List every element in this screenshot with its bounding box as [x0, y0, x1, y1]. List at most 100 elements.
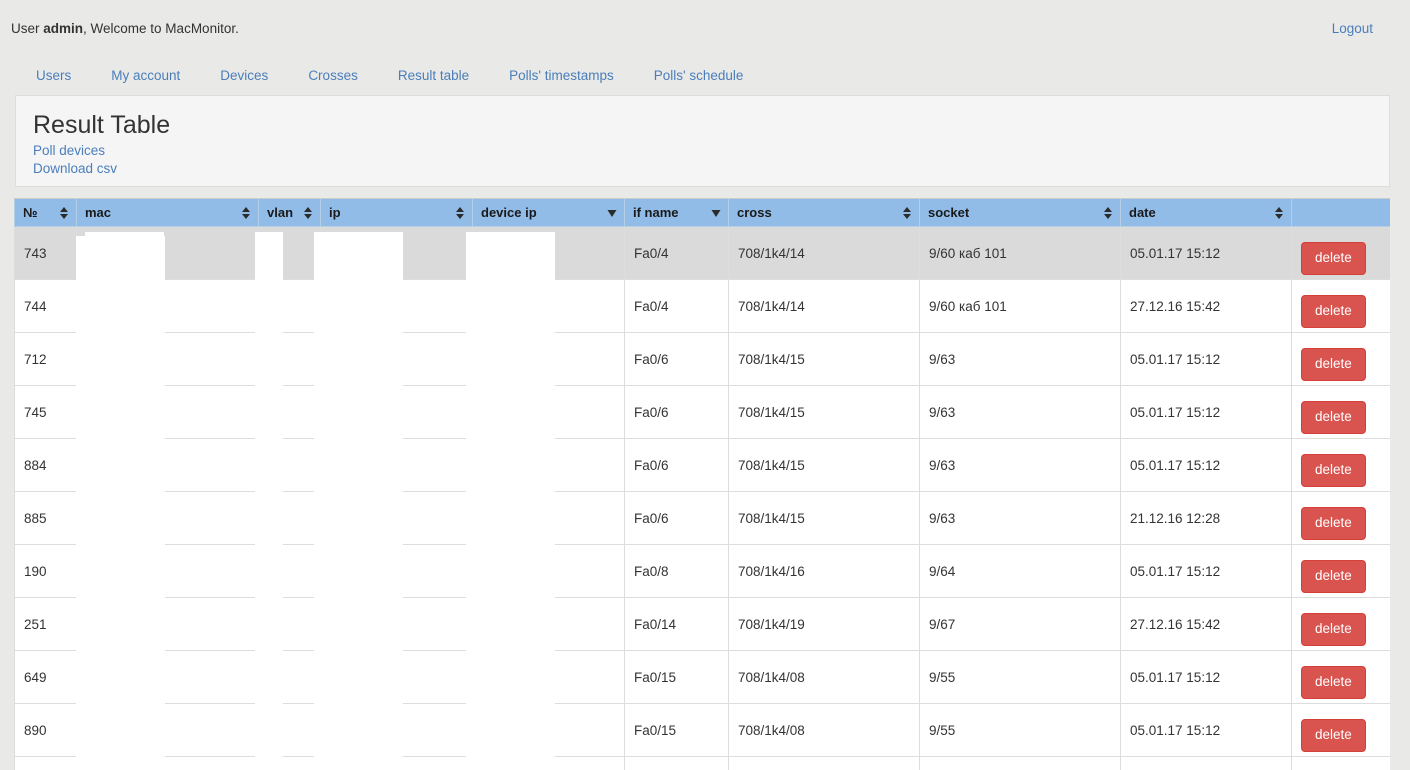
cell-vlan [258, 544, 321, 598]
delete-button[interactable]: delete [1301, 665, 1366, 699]
delete-button[interactable]: delete [1301, 241, 1366, 275]
delete-button[interactable]: delete [1301, 294, 1366, 328]
cell-cross: 708/1k4/15 [728, 332, 920, 386]
table-row[interactable]: 712 42cb 5 1 Fa0/6 708/1k4/15 9/63 05.01.17 15:… [14, 332, 1390, 386]
cell-vlan [258, 756, 321, 770]
column-header-cross[interactable]: cross [728, 198, 920, 227]
table-row[interactable]: 890 4e52 20 1 Fa0/15 708/1k4/08 9/55 05.01.17 1… [14, 703, 1390, 757]
cell-ip: 24 [320, 226, 473, 280]
cell-ip: 20 [320, 703, 473, 757]
delete-button[interactable]: delete [1301, 400, 1366, 434]
column-header-if-name[interactable]: if name [624, 198, 729, 227]
column-header-mac-label: mac [85, 205, 112, 220]
cell-cross: 708/1k4/16 [728, 544, 920, 598]
table-row[interactable]: 649 eb4 14 1 Fa0/15 708/1k4/08 9/55 05.01.17 15… [14, 650, 1390, 704]
table-row[interactable]: 190 1b25 29 1 Fa0/8 708/1k4/16 9/64 05.01.17 15… [14, 544, 1390, 598]
welcome-suffix: , Welcome to MacMonitor. [83, 21, 239, 36]
cell-if-name: Fa0/6 [624, 332, 729, 386]
page-header-panel: Result Table Poll devices Download csv [15, 95, 1390, 187]
welcome-prefix: User [11, 21, 44, 36]
cell-ip [320, 756, 473, 770]
delete-button[interactable]: delete [1301, 559, 1366, 593]
cell-if-name: Fa0/6 [624, 385, 729, 439]
download-csv-link[interactable]: Download csv [33, 161, 117, 177]
column-header-ip[interactable]: ip [320, 198, 473, 227]
column-header-mac[interactable]: mac [76, 198, 259, 227]
cell-device-ip: 1 [472, 279, 625, 333]
cell-actions: delete [1291, 544, 1390, 598]
cell-socket: 9/55 [919, 650, 1121, 704]
cell-vlan [258, 385, 321, 439]
cell-mac: 3e3 [76, 597, 259, 651]
cell-if-name: Fa0/6 [624, 491, 729, 545]
cell-cross: 708/1k4/15 [728, 491, 920, 545]
column-header-device-ip[interactable]: device ip [472, 198, 625, 227]
cell-mac: 4e52 [76, 703, 259, 757]
column-header-device-ip-label: device ip [481, 205, 537, 220]
sort-both-icon [1275, 206, 1283, 219]
cell-actions: delete [1291, 650, 1390, 704]
cell-device-ip: 1 [472, 226, 625, 280]
table-row[interactable] [14, 756, 1390, 770]
table-row[interactable]: 251 3e3 72 1 Fa0/14 708/1k4/19 9/67 27.12.16 15… [14, 597, 1390, 651]
column-header-vlan[interactable]: vlan [258, 198, 321, 227]
column-header-socket[interactable]: socket [919, 198, 1121, 227]
cell-socket: 9/63 [919, 438, 1121, 492]
cell-ip: 29 [320, 544, 473, 598]
delete-button[interactable]: delete [1301, 506, 1366, 540]
welcome-bar: User admin, Welcome to MacMonitor. Logou… [0, 0, 1410, 56]
page-title: Result Table [33, 111, 171, 139]
nav-item-users[interactable]: Users [16, 68, 91, 83]
delete-button[interactable]: delete [1301, 718, 1366, 752]
cell-actions: delete [1291, 279, 1390, 333]
delete-button[interactable]: delete [1301, 347, 1366, 381]
delete-button[interactable]: delete [1301, 612, 1366, 646]
table-row[interactable]: 745 0c38 46 1 Fa0/6 708/1k4/15 9/63 05.01.17 15… [14, 385, 1390, 439]
cell-actions: delete [1291, 332, 1390, 386]
nav-item-crosses[interactable]: Crosses [288, 68, 378, 83]
sort-both-icon [1104, 206, 1112, 219]
poll-devices-link[interactable]: Poll devices [33, 143, 105, 159]
table-row[interactable]: 885 36d9 72 1 Fa0/6 708/1k4/15 9/63 21.12.16 12… [14, 491, 1390, 545]
cell-ip: 72 [320, 491, 473, 545]
logout-link[interactable]: Logout [1332, 21, 1373, 37]
cell-num: 190 [14, 544, 77, 598]
column-header-date[interactable]: date [1120, 198, 1292, 227]
cell-device-ip: 1 [472, 438, 625, 492]
cell-vlan [258, 703, 321, 757]
table-row[interactable]: 884 36d9 71 1 Fa0/6 708/1k4/15 9/63 05.01.17 15… [14, 438, 1390, 492]
cell-if-name: Fa0/4 [624, 279, 729, 333]
nav-item-polls-schedule[interactable]: Polls' schedule [634, 68, 764, 83]
cell-num: 712 [14, 332, 77, 386]
cell-date: 05.01.17 15:12 [1120, 703, 1292, 757]
cell-date: 21.12.16 12:28 [1120, 491, 1292, 545]
cell-cross: 708/1k4/15 [728, 438, 920, 492]
table-head: № mac vlan ip device ip if name cross so… [14, 198, 1390, 227]
cell-cross: 708/1k4/08 [728, 650, 920, 704]
cell-date: 05.01.17 15:12 [1120, 438, 1292, 492]
cell-device-ip: 1 [472, 597, 625, 651]
cell-vlan [258, 650, 321, 704]
nav-item-polls-timestamps[interactable]: Polls' timestamps [489, 68, 634, 83]
cell-if-name: Fa0/8 [624, 544, 729, 598]
app-page: User admin, Welcome to MacMonitor. Logou… [0, 0, 1410, 770]
table-row[interactable]: 744 0c37 39 1 Fa0/4 708/1k4/14 9/60 каб 101 27.… [14, 279, 1390, 333]
cell-device-ip: 1 [472, 491, 625, 545]
cell-if-name: Fa0/15 [624, 650, 729, 704]
sort-both-icon [304, 206, 312, 219]
table-row[interactable]: 743 0c37 24 1 Fa0/4 708/1k4/14 9/60 каб 101 05.… [14, 226, 1390, 280]
cell-num: 251 [14, 597, 77, 651]
nav-item-result-table[interactable]: Result table [378, 68, 489, 83]
cell-vlan [258, 491, 321, 545]
column-header-num[interactable]: № [14, 198, 77, 227]
cell-socket: 9/64 [919, 544, 1121, 598]
cell-mac: 42cb [76, 332, 259, 386]
cell-mac: 36d9 [76, 491, 259, 545]
cell-date [1120, 756, 1292, 770]
delete-button[interactable]: delete [1301, 453, 1366, 487]
nav-item-devices[interactable]: Devices [200, 68, 288, 83]
nav-list: Users My account Devices Crosses Result … [16, 56, 763, 94]
cell-if-name: Fa0/14 [624, 597, 729, 651]
cell-mac: 0c37 [76, 279, 259, 333]
nav-item-my-account[interactable]: My account [91, 68, 200, 83]
